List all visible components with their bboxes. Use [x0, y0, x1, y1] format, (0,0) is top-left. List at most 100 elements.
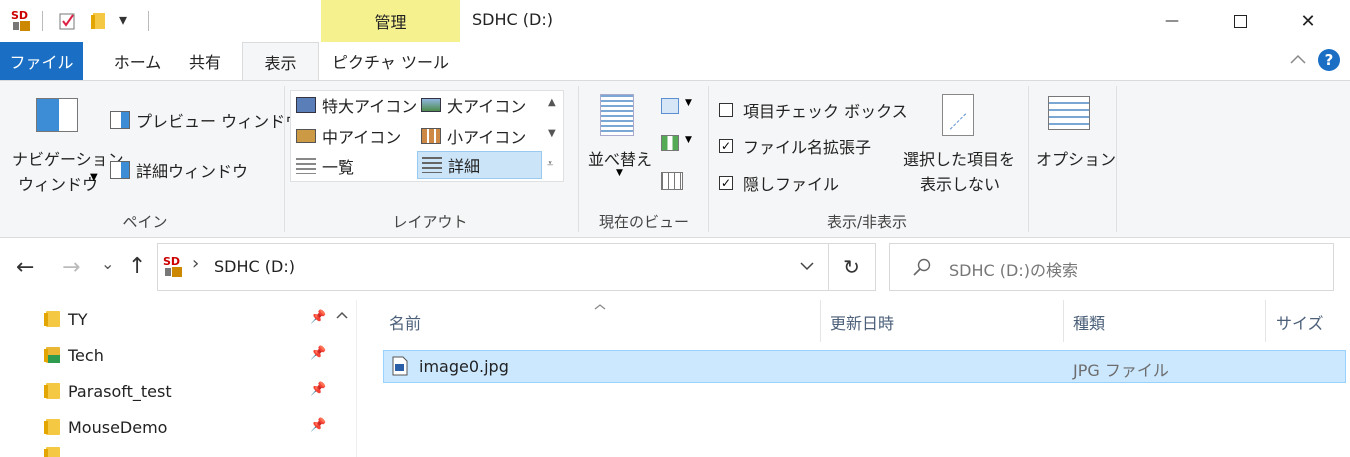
- qat-customize-dropdown[interactable]: ▾: [119, 10, 127, 29]
- maximize-button[interactable]: [1206, 0, 1274, 42]
- details-pane-button[interactable]: 詳細ウィンドウ: [110, 158, 248, 182]
- sort-ascending-indicator: [592, 298, 608, 310]
- nav-item-label: MouseDemo: [68, 417, 168, 437]
- sort-by-label: 並べ替え: [588, 150, 653, 169]
- details-icon: [422, 157, 442, 173]
- column-header-size[interactable]: サイズ: [1276, 306, 1324, 338]
- forward-button[interactable]: →: [62, 255, 80, 280]
- tab-picture-tools[interactable]: ピクチャ ツール: [321, 42, 460, 80]
- navigation-pane-label-2: ウィンドウ: [18, 175, 99, 194]
- chevron-down-icon: ▼: [90, 172, 98, 183]
- breadcrumb-separator[interactable]: ›: [192, 253, 199, 274]
- recent-locations-button[interactable]: ⌄: [101, 254, 114, 273]
- nav-scroll-up-icon[interactable]: [333, 306, 351, 324]
- drive-icon: SD: [162, 254, 184, 278]
- sort-by-button[interactable]: 並べ替え ▼: [584, 90, 656, 180]
- item-check-boxes-label: 項目チェック ボックス: [743, 102, 908, 121]
- nav-item-parasoft-test[interactable]: Parasoft_test: [44, 373, 172, 409]
- maximize-icon: [1233, 14, 1247, 28]
- options-label: オプション: [1036, 150, 1117, 169]
- chevron-down-icon: ▼: [685, 98, 692, 108]
- item-check-boxes-checkbox[interactable]: [719, 103, 733, 117]
- search-icon: [912, 257, 932, 277]
- layout-list[interactable]: 一覧: [296, 152, 354, 180]
- close-button[interactable]: ✕: [1274, 0, 1342, 42]
- layout-medium-icons[interactable]: 中アイコン: [296, 122, 401, 150]
- layout-item-label: 中アイコン: [322, 128, 402, 147]
- pin-icon[interactable]: 📌: [310, 346, 326, 361]
- show-hide-group-label: 表示/非表示: [826, 213, 908, 231]
- options-icon: [1048, 96, 1090, 130]
- layout-details[interactable]: 詳細: [417, 151, 542, 179]
- close-icon: ✕: [1300, 10, 1316, 32]
- new-folder-icon[interactable]: [90, 11, 108, 31]
- pin-icon[interactable]: 📌: [310, 382, 326, 397]
- column-header-name[interactable]: 名前: [389, 306, 421, 338]
- file-name-extensions-label: ファイル名拡張子: [743, 138, 872, 157]
- column-divider[interactable]: [1063, 300, 1064, 342]
- tab-file[interactable]: ファイル: [0, 42, 83, 80]
- nav-item-partial[interactable]: [44, 447, 60, 457]
- item-check-boxes-option[interactable]: 項目チェック ボックス: [719, 98, 908, 122]
- file-name-extensions-checkbox[interactable]: ✓: [719, 139, 733, 153]
- refresh-button[interactable]: ↻: [828, 243, 876, 291]
- up-button[interactable]: ↑: [128, 254, 146, 279]
- options-button[interactable]: オプション: [1034, 90, 1117, 180]
- folder-icon: [44, 383, 60, 399]
- layout-small-icons[interactable]: 小アイコン: [421, 122, 526, 150]
- size-columns-icon: [661, 172, 683, 190]
- nav-item-ty[interactable]: TY: [44, 301, 88, 337]
- breadcrumb[interactable]: SDHC (D:): [214, 257, 295, 276]
- hidden-items-checkbox[interactable]: ✓: [719, 176, 733, 190]
- tab-share[interactable]: 共有: [175, 42, 235, 80]
- hide-selected-items-button[interactable]: 選択した項目を 表示しない: [898, 90, 1022, 194]
- properties-icon[interactable]: [58, 11, 78, 31]
- navigation-pane-label-1: ナビゲーション: [12, 150, 124, 169]
- layout-large-icons[interactable]: 大アイコン: [421, 91, 526, 119]
- address-dropdown-icon[interactable]: [798, 257, 816, 275]
- hidden-items-option[interactable]: ✓ 隠しファイル: [719, 171, 839, 195]
- size-columns-button[interactable]: [661, 170, 685, 192]
- preview-pane-label: プレビュー ウィンドウ: [136, 112, 302, 131]
- nav-item-tech[interactable]: Tech: [44, 337, 104, 373]
- large-icons-icon: [421, 98, 441, 112]
- layout-scroll-up-icon[interactable]: ▲: [548, 97, 556, 108]
- add-columns-button[interactable]: ▼: [661, 133, 695, 155]
- column-header-modified[interactable]: 更新日時: [830, 306, 894, 338]
- layout-item-label: 小アイコン: [447, 128, 527, 147]
- pin-icon[interactable]: 📌: [310, 418, 326, 433]
- nav-item-label: TY: [68, 309, 88, 329]
- preview-pane-button[interactable]: プレビュー ウィンドウ: [110, 108, 301, 132]
- group-separator: [708, 86, 709, 232]
- ribbon-collapse-button[interactable]: [1288, 48, 1308, 70]
- layout-scroll-down-icon[interactable]: ▼: [548, 128, 556, 139]
- preview-pane-icon: [110, 111, 130, 129]
- svg-text:SD: SD: [163, 255, 180, 268]
- hide-selected-label-1: 選択した項目を: [903, 150, 1016, 169]
- tab-home[interactable]: ホーム: [90, 42, 185, 80]
- svg-text:SD: SD: [11, 9, 28, 22]
- group-separator: [284, 86, 285, 232]
- chevron-down-icon: ▼: [616, 168, 623, 178]
- group-by-button[interactable]: ▼: [661, 96, 695, 118]
- minimize-button[interactable]: —: [1138, 0, 1206, 42]
- pane-group-label: ペイン: [122, 213, 168, 231]
- file-name-extensions-option[interactable]: ✓ ファイル名拡張子: [719, 134, 871, 158]
- column-divider[interactable]: [1265, 300, 1266, 342]
- nav-item-label: Parasoft_test: [68, 381, 172, 401]
- tab-view[interactable]: 表示: [242, 42, 319, 81]
- column-divider[interactable]: [820, 300, 821, 342]
- pin-icon[interactable]: 📌: [310, 310, 326, 325]
- help-button[interactable]: ?: [1318, 49, 1340, 71]
- folder-icon: [44, 419, 60, 435]
- navigation-pane-button[interactable]: ナビゲーション ウィンドウ ▼: [8, 92, 124, 196]
- table-row[interactable]: [383, 350, 1346, 383]
- refresh-icon: ↻: [843, 255, 860, 279]
- hide-selected-icon: [942, 94, 974, 136]
- search-input[interactable]: SDHC (D:)の検索: [949, 257, 1078, 281]
- column-header-type[interactable]: 種類: [1073, 306, 1105, 338]
- nav-item-mousedemo[interactable]: MouseDemo: [44, 409, 168, 445]
- layout-expand-icon[interactable]: ⩡: [547, 157, 553, 171]
- back-button[interactable]: ←: [16, 255, 34, 280]
- layout-extra-large-icons[interactable]: 特大アイコン: [296, 91, 417, 119]
